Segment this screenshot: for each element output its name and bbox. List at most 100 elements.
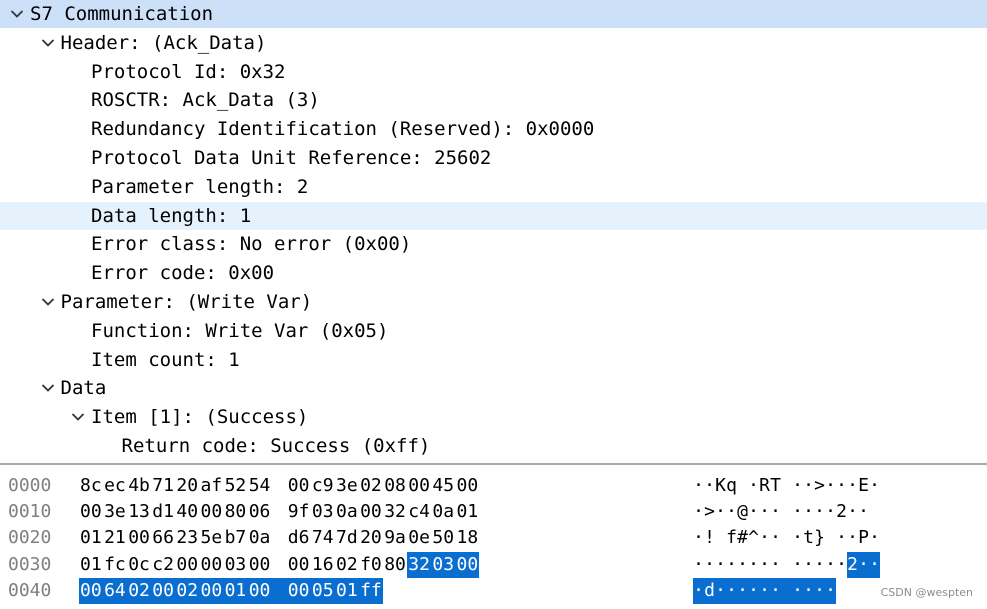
hex-byte[interactable]: 00 <box>249 552 275 578</box>
tree-row[interactable]: Item [1]: (Success) <box>0 403 987 431</box>
hex-byte[interactable]: 32 <box>408 552 434 578</box>
tree-row[interactable]: Data length: 1 <box>0 202 987 230</box>
hex-byte[interactable]: c9 <box>312 473 338 499</box>
hex-byte[interactable]: 0a <box>249 525 275 551</box>
hex-byte[interactable]: c2 <box>152 552 178 578</box>
hex-byte[interactable]: 13 <box>128 499 154 525</box>
hex-byte[interactable]: 00 <box>457 552 483 578</box>
hex-byte[interactable]: 8c <box>80 473 106 499</box>
hex-byte[interactable]: 80 <box>225 499 251 525</box>
hex-row[interactable]: 0010 00 3e 13 d1 40 00 80 06 9f 03 0a 00 32 c4 0a 01 ·>··… <box>0 499 987 525</box>
tree-row[interactable]: Error class: No error (0x00) <box>0 230 987 258</box>
hex-byte[interactable]: 00 <box>152 578 178 604</box>
hex-row[interactable]: 0020 01 21 00 66 23 5e b7 0a d6 74 7d 20 9a 0e 50 18 ·! f… <box>0 525 987 551</box>
hex-byte[interactable]: b7 <box>225 525 251 551</box>
hex-byte[interactable]: 01 <box>80 552 106 578</box>
hex-byte[interactable]: 9a <box>384 525 410 551</box>
chevron-down-icon[interactable] <box>39 29 57 57</box>
hex-byte[interactable]: 52 <box>225 473 251 499</box>
hex-byte[interactable]: 02 <box>360 473 386 499</box>
hex-byte[interactable]: 5e <box>201 525 227 551</box>
tree-row[interactable]: Error code: 0x00 <box>0 259 987 287</box>
hex-byte[interactable]: 50 <box>432 525 458 551</box>
chevron-down-icon[interactable] <box>39 374 57 402</box>
hex-byte[interactable]: 00 <box>408 473 434 499</box>
tree-row[interactable]: ROSCTR: Ack_Data (3) <box>0 86 987 114</box>
hex-byte[interactable]: d6 <box>288 525 314 551</box>
hex-byte[interactable]: 01 <box>80 525 106 551</box>
ascii-column[interactable]: ·! f#^·· ·t} ··P· <box>693 525 880 551</box>
hex-row[interactable]: 0000 8c ec 4b 71 20 af 52 54 00 c9 3e 02 08 00 45 00 ··Kq… <box>0 473 987 499</box>
hex-byte[interactable]: 03 <box>432 552 458 578</box>
hex-byte[interactable]: 4b <box>128 473 154 499</box>
hex-byte[interactable]: 54 <box>249 473 275 499</box>
hex-byte[interactable]: c4 <box>408 499 434 525</box>
hex-byte[interactable]: 71 <box>152 473 178 499</box>
hex-byte[interactable]: 23 <box>176 525 202 551</box>
hex-byte[interactable]: 3e <box>104 499 130 525</box>
hex-byte[interactable]: 00 <box>288 552 314 578</box>
chevron-down-icon[interactable] <box>69 403 87 431</box>
hex-byte[interactable]: 20 <box>360 525 386 551</box>
hex-byte[interactable]: ec <box>104 473 130 499</box>
tree-row[interactable]: Return code: Success (0xff) <box>0 432 987 460</box>
chevron-down-icon[interactable] <box>8 0 26 28</box>
hex-byte[interactable]: 0a <box>336 499 362 525</box>
hex-byte[interactable]: 00 <box>128 525 154 551</box>
hex-byte[interactable]: 08 <box>384 473 410 499</box>
hex-byte[interactable]: 00 <box>288 578 314 604</box>
ascii-column[interactable]: ·d······ ···· <box>693 578 836 604</box>
hex-byte[interactable]: 06 <box>249 499 275 525</box>
hex-byte[interactable]: 00 <box>201 499 227 525</box>
hex-byte[interactable]: 00 <box>80 499 106 525</box>
tree-row[interactable]: Item count: 1 <box>0 346 987 374</box>
hex-byte[interactable]: 00 <box>80 578 106 604</box>
hex-byte[interactable]: 00 <box>457 473 483 499</box>
hex-byte[interactable]: 66 <box>152 525 178 551</box>
hex-row[interactable]: 0030 01 fc 0c c2 00 00 03 00 00 16 02 f0 80 32 03 00 ····… <box>0 552 987 578</box>
hex-byte[interactable]: 0e <box>408 525 434 551</box>
hex-byte[interactable]: 64 <box>104 578 130 604</box>
hex-byte[interactable]: 01 <box>457 499 483 525</box>
hex-byte[interactable]: 32 <box>384 499 410 525</box>
hex-byte[interactable]: 18 <box>457 525 483 551</box>
tree-row[interactable]: Function: Write Var (0x05) <box>0 317 987 345</box>
tree-row[interactable]: Parameter length: 2 <box>0 173 987 201</box>
hex-byte[interactable]: 3e <box>336 473 362 499</box>
hex-byte[interactable]: 00 <box>176 552 202 578</box>
hex-byte[interactable]: 03 <box>225 552 251 578</box>
ascii-column[interactable]: ········ ·····2·· <box>693 552 880 578</box>
hex-byte[interactable]: d1 <box>152 499 178 525</box>
hex-byte[interactable]: 02 <box>336 552 362 578</box>
hex-byte[interactable]: 02 <box>176 578 202 604</box>
hex-byte[interactable]: 7d <box>336 525 362 551</box>
tree-row[interactable]: S7 Communication <box>0 0 987 28</box>
hex-byte[interactable]: 01 <box>336 578 362 604</box>
hex-byte[interactable]: 0a <box>432 499 458 525</box>
hex-byte[interactable]: ff <box>360 578 386 604</box>
hex-byte[interactable]: 21 <box>104 525 130 551</box>
tree-row[interactable]: Protocol Data Unit Reference: 25602 <box>0 144 987 172</box>
hex-row[interactable]: 0040 00 64 02 00 02 00 01 00 00 05 01 ff ·d······ ···… <box>0 578 987 604</box>
ascii-column[interactable]: ··Kq ·RT ··>···E· <box>693 473 880 499</box>
hex-byte[interactable]: 01 <box>225 578 251 604</box>
pane-splitter[interactable] <box>0 463 987 465</box>
tree-row[interactable]: Parameter: (Write Var) <box>0 288 987 316</box>
hex-byte[interactable]: 00 <box>360 499 386 525</box>
hex-byte[interactable]: 45 <box>432 473 458 499</box>
hex-byte[interactable]: 40 <box>176 499 202 525</box>
hex-byte[interactable]: 0c <box>128 552 154 578</box>
tree-row[interactable]: Protocol Id: 0x32 <box>0 58 987 86</box>
ascii-column[interactable]: ·>··@··· ····2·· <box>693 499 869 525</box>
hex-byte[interactable]: 05 <box>312 578 338 604</box>
hex-byte[interactable]: 02 <box>128 578 154 604</box>
hex-byte[interactable]: f0 <box>360 552 386 578</box>
hex-byte[interactable]: 20 <box>176 473 202 499</box>
hex-byte[interactable]: 00 <box>201 552 227 578</box>
hex-byte[interactable]: 03 <box>312 499 338 525</box>
hex-byte[interactable]: 16 <box>312 552 338 578</box>
tree-row[interactable]: Redundancy Identification (Reserved): 0x… <box>0 115 987 143</box>
hex-byte[interactable]: 9f <box>288 499 314 525</box>
hex-byte[interactable]: af <box>201 473 227 499</box>
hex-byte[interactable]: 00 <box>249 578 275 604</box>
